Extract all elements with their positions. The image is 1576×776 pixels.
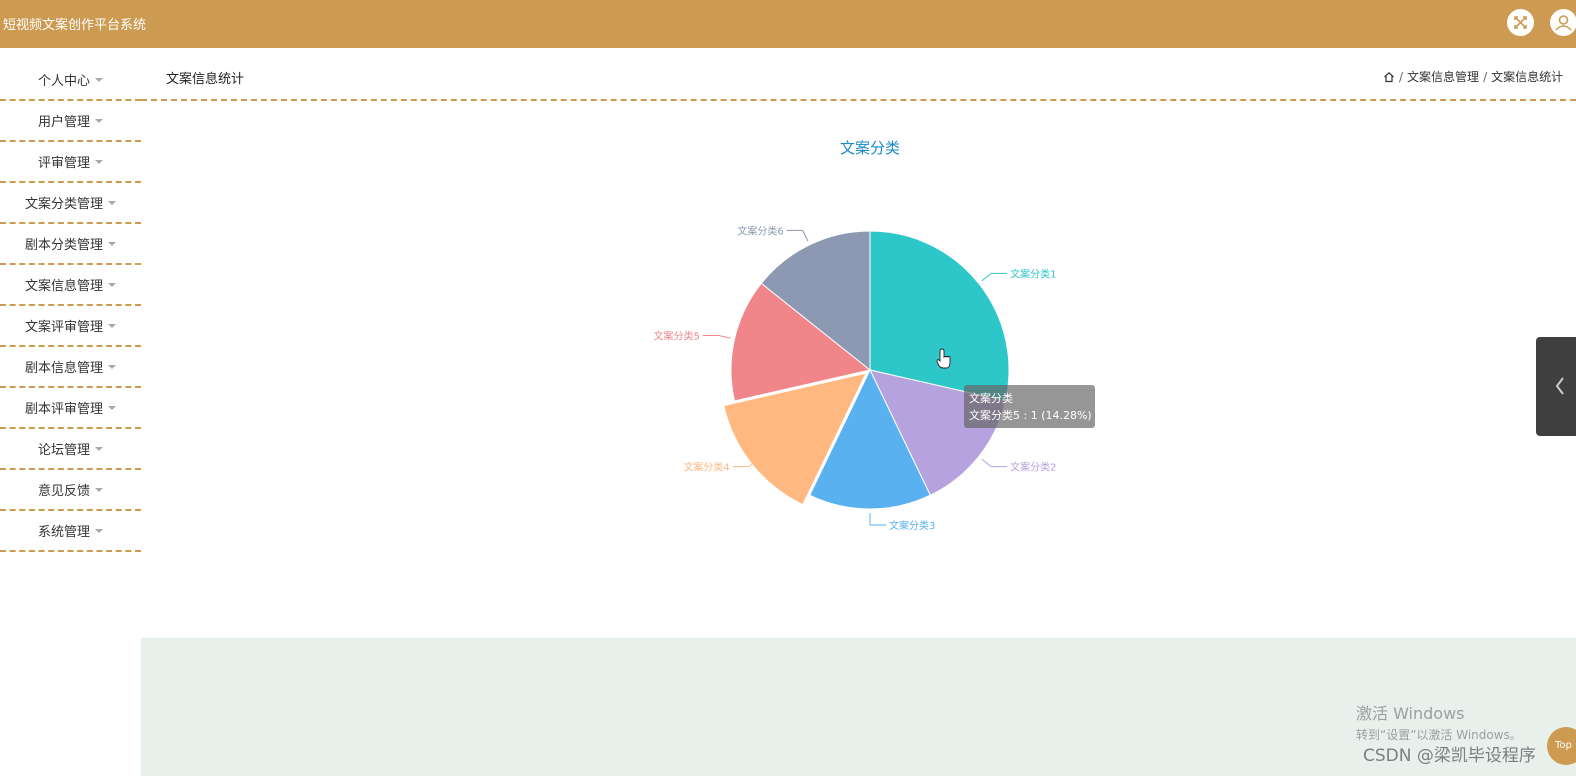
chevron-left-icon (1555, 377, 1564, 395)
pie-label-line (981, 272, 1008, 282)
side-panel-toggle[interactable] (1536, 337, 1576, 436)
tooltip-title: 文案分类 (969, 392, 1013, 405)
pie-label: 文案分类1 (1010, 267, 1056, 280)
csdn-watermark: CSDN @梁凯毕设程序 (1363, 746, 1536, 766)
pie-label-line (981, 458, 1008, 468)
chart-tooltip: 文案分类 文案分类5 : 1 (14.28%) (964, 385, 1095, 428)
pie-label-line (786, 229, 809, 242)
pie-label: 文案分类4 (683, 461, 729, 474)
pie-label: 文案分类3 (889, 519, 935, 532)
pie-label: 文案分类6 (737, 224, 783, 237)
app-page: 短视频文案创作平台系统 个人中心 用户管理 评审管理 文案分类管理 剧本分类管理… (0, 0, 1576, 776)
windows-activation-watermark: 激活 Windows 转到“设置”以激活 Windows。 (1356, 700, 1522, 743)
tooltip-text: 文案分类5 : 1 (14.28%) (969, 409, 1092, 422)
pie-label-line (869, 513, 886, 526)
pie-label: 文案分类2 (1010, 461, 1056, 474)
pie-label: 文案分类5 (654, 330, 700, 343)
watermark-line1: 激活 Windows (1356, 704, 1465, 723)
pie-label-line (702, 335, 731, 339)
